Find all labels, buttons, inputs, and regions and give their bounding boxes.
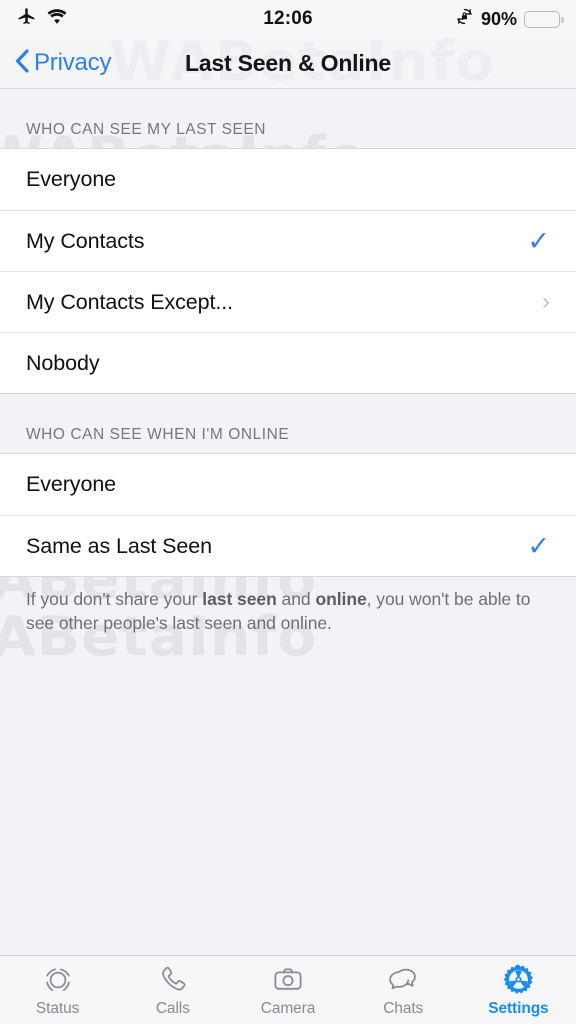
status-bar-right: 90% — [455, 7, 564, 31]
row-last-seen-my-contacts[interactable]: My Contacts ✓ — [0, 210, 576, 271]
back-button[interactable]: Privacy — [14, 48, 111, 79]
gear-icon — [502, 963, 535, 997]
chevron-left-icon — [14, 48, 30, 79]
camera-icon — [272, 963, 304, 997]
tab-camera[interactable]: Camera — [230, 956, 345, 1024]
navigation-bar: Privacy Last Seen & Online — [0, 38, 576, 89]
status-bar: 12:06 90% — [0, 0, 576, 38]
footnote-bold-last-seen: last seen — [202, 589, 277, 609]
back-button-label: Privacy — [34, 49, 112, 76]
tab-status[interactable]: Status — [0, 956, 115, 1024]
option-group-last-seen: Everyone My Contacts ✓ My Contacts Excep… — [0, 148, 576, 394]
phone-icon — [157, 963, 188, 997]
battery-icon — [524, 10, 564, 28]
row-label: Everyone — [26, 167, 117, 191]
section-footnote: If you don't share your last seen and on… — [0, 577, 576, 636]
row-last-seen-nobody[interactable]: Nobody — [0, 332, 576, 393]
footnote-part-2: and — [276, 589, 316, 609]
tab-bar: Status Calls Camera Chats Settings — [0, 955, 576, 1024]
row-last-seen-everyone[interactable]: Everyone — [0, 149, 576, 210]
tab-label: Status — [35, 999, 80, 1017]
section-header-online: WHO CAN SEE WHEN I'M ONLINE — [26, 426, 290, 443]
row-online-everyone[interactable]: Everyone — [0, 454, 576, 515]
tab-settings[interactable]: Settings — [461, 956, 576, 1024]
row-online-same-as-last-seen[interactable]: Same as Last Seen ✓ — [0, 515, 576, 576]
row-last-seen-my-contacts-except[interactable]: My Contacts Except... › — [0, 271, 576, 332]
row-label: Everyone — [26, 472, 117, 496]
app-screen: WABetaInfo WABetaInfo WABetaInfo WABetaI… — [0, 0, 576, 1024]
checkmark-icon: ✓ — [527, 225, 550, 256]
footnote-part-1: If you don't share your — [26, 589, 203, 609]
row-label: Nobody — [26, 350, 100, 375]
section-header-last-seen: WHO CAN SEE MY LAST SEEN — [26, 121, 267, 138]
settings-content: WHO CAN SEE MY LAST SEEN Everyone My Con… — [0, 89, 576, 636]
tab-label: Calls — [155, 999, 190, 1017]
checkmark-icon: ✓ — [527, 530, 550, 561]
rotation-lock-icon — [455, 7, 474, 31]
option-group-online: Everyone Same as Last Seen ✓ — [0, 453, 576, 577]
tab-label: Chats — [383, 999, 424, 1017]
battery-percent-label: 90% — [480, 8, 517, 29]
chat-bubbles-icon — [387, 963, 420, 997]
chevron-right-icon: › — [542, 288, 550, 315]
tab-calls[interactable]: Calls — [115, 956, 230, 1024]
tab-chats[interactable]: Chats — [346, 956, 461, 1024]
status-ring-icon — [42, 963, 74, 997]
footnote-bold-online: online — [315, 589, 367, 609]
tab-label: Camera — [260, 999, 316, 1017]
row-label: Same as Last Seen — [26, 533, 212, 558]
tab-label: Settings — [488, 999, 549, 1017]
row-label: My Contacts Except... — [26, 289, 234, 314]
row-label: My Contacts — [26, 228, 145, 253]
